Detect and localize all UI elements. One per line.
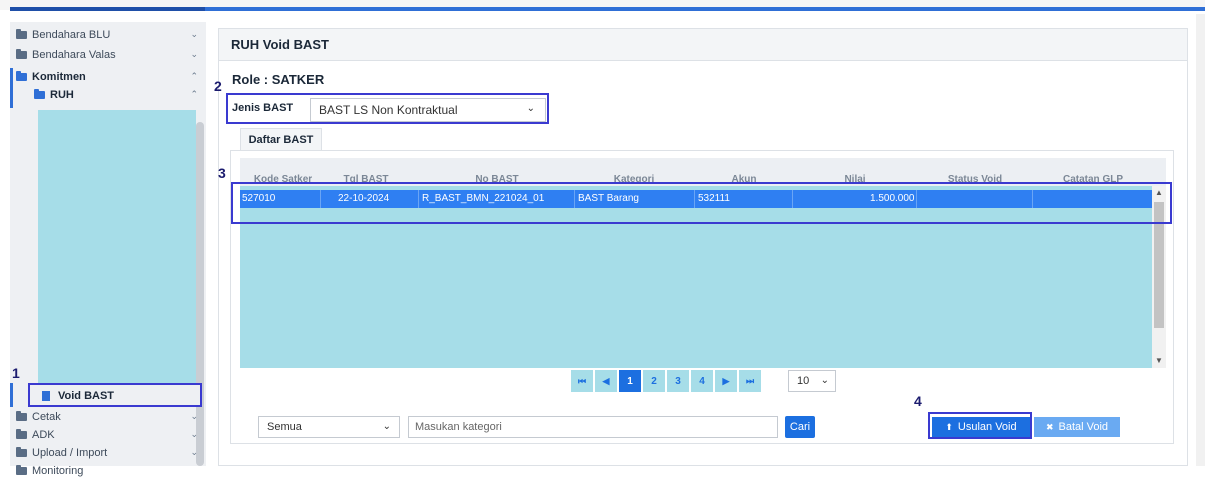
chevron-down-icon: ⌄ [382,421,391,432]
submenu-panel [38,110,196,406]
chevron-up-icon: ⌃ [190,71,198,81]
folder-icon [16,411,27,421]
sidebar-item-komitmen[interactable]: Komitmen ⌃ [10,68,206,86]
sidebar-item-label: Komitmen [32,71,86,83]
tab-daftar-bast[interactable]: Daftar BAST [240,128,322,150]
scroll-down-icon[interactable]: ▼ [1155,356,1163,365]
sidebar-item-label: Bendahara Valas [32,49,116,61]
sidebar-item-label: RUH [50,89,74,101]
batal-void-button[interactable]: ✖ Batal Void [1034,417,1120,437]
page-button[interactable]: 3 [667,370,689,392]
folder-icon [16,465,27,475]
annotation-number-4: 4 [914,393,922,409]
sidebar-item-adk[interactable]: ADK ⌄ [10,426,206,444]
sidebar-item-ruh[interactable]: RUH ⌃ [10,86,206,104]
folder-icon [16,429,27,439]
sidebar-item-cetak[interactable]: Cetak ⌄ [10,408,206,426]
annotation-box-4 [928,412,1032,439]
search-input[interactable] [408,416,778,438]
close-icon: ✖ [1045,421,1054,432]
page-size-select[interactable]: 10 ⌄ [788,370,836,392]
chevron-down-icon: ⌄ [190,429,198,439]
annotation-number-2: 2 [214,78,222,94]
folder-icon [16,29,27,39]
page-button[interactable]: 1 [619,370,641,392]
page-title: RUH Void BAST [231,37,329,52]
filter-select[interactable]: Semua ⌄ [258,416,400,438]
chevron-down-icon: ⌄ [190,29,198,39]
annotation-number-3: 3 [218,165,226,181]
top-bar [0,0,1205,11]
first-page-button[interactable]: ⏮ [571,370,593,392]
sidebar-item-bendahara-blu[interactable]: Bendahara BLU ⌄ [10,26,206,44]
annotation-box-1 [28,383,202,407]
last-page-button[interactable]: ⏭ [739,370,761,392]
chevron-down-icon: ⌄ [190,411,198,421]
chevron-up-icon: ⌃ [190,89,198,99]
sidebar-item-upload-import[interactable]: Upload / Import ⌄ [10,444,206,462]
sidebar-item-label: Upload / Import [32,447,108,459]
search-button[interactable]: Cari [785,416,815,438]
sidebar-item-bendahara-valas[interactable]: Bendahara Valas ⌄ [10,46,206,64]
batal-void-label: Batal Void [1058,421,1109,433]
sidebar-item-label: Cetak [32,411,61,423]
annotation-number-1: 1 [12,365,20,381]
annotation-box-2 [226,93,549,124]
prev-page-button[interactable]: ◀ [595,370,617,392]
folder-icon [16,71,27,81]
sidebar-item-label: Monitoring [32,465,84,477]
page-size-value: 10 [797,375,810,387]
page-button[interactable]: 2 [643,370,665,392]
active-indicator [10,383,13,407]
folder-icon [16,49,27,59]
chevron-down-icon: ⌄ [820,375,829,386]
sidebar-item-label: Bendahara BLU [32,29,111,41]
role-label: Role : SATKER [232,72,325,87]
folder-icon [16,447,27,457]
annotation-box-3 [231,182,1172,224]
pagination: ⏮ ◀ 1 2 3 4 ▶ ⏭ [571,369,763,393]
chevron-down-icon: ⌄ [190,447,198,457]
sidebar-item-monitoring[interactable]: Monitoring [10,462,206,480]
page-scrollbar[interactable] [1196,14,1205,466]
sidebar-item-label: ADK [32,429,55,441]
chevron-down-icon: ⌄ [190,49,198,59]
folder-icon [34,89,45,99]
next-page-button[interactable]: ▶ [715,370,737,392]
page-button[interactable]: 4 [691,370,713,392]
filter-select-value: Semua [267,421,302,433]
top-accent-bar-dark [10,7,205,11]
card-header: RUH Void BAST [219,29,1187,61]
